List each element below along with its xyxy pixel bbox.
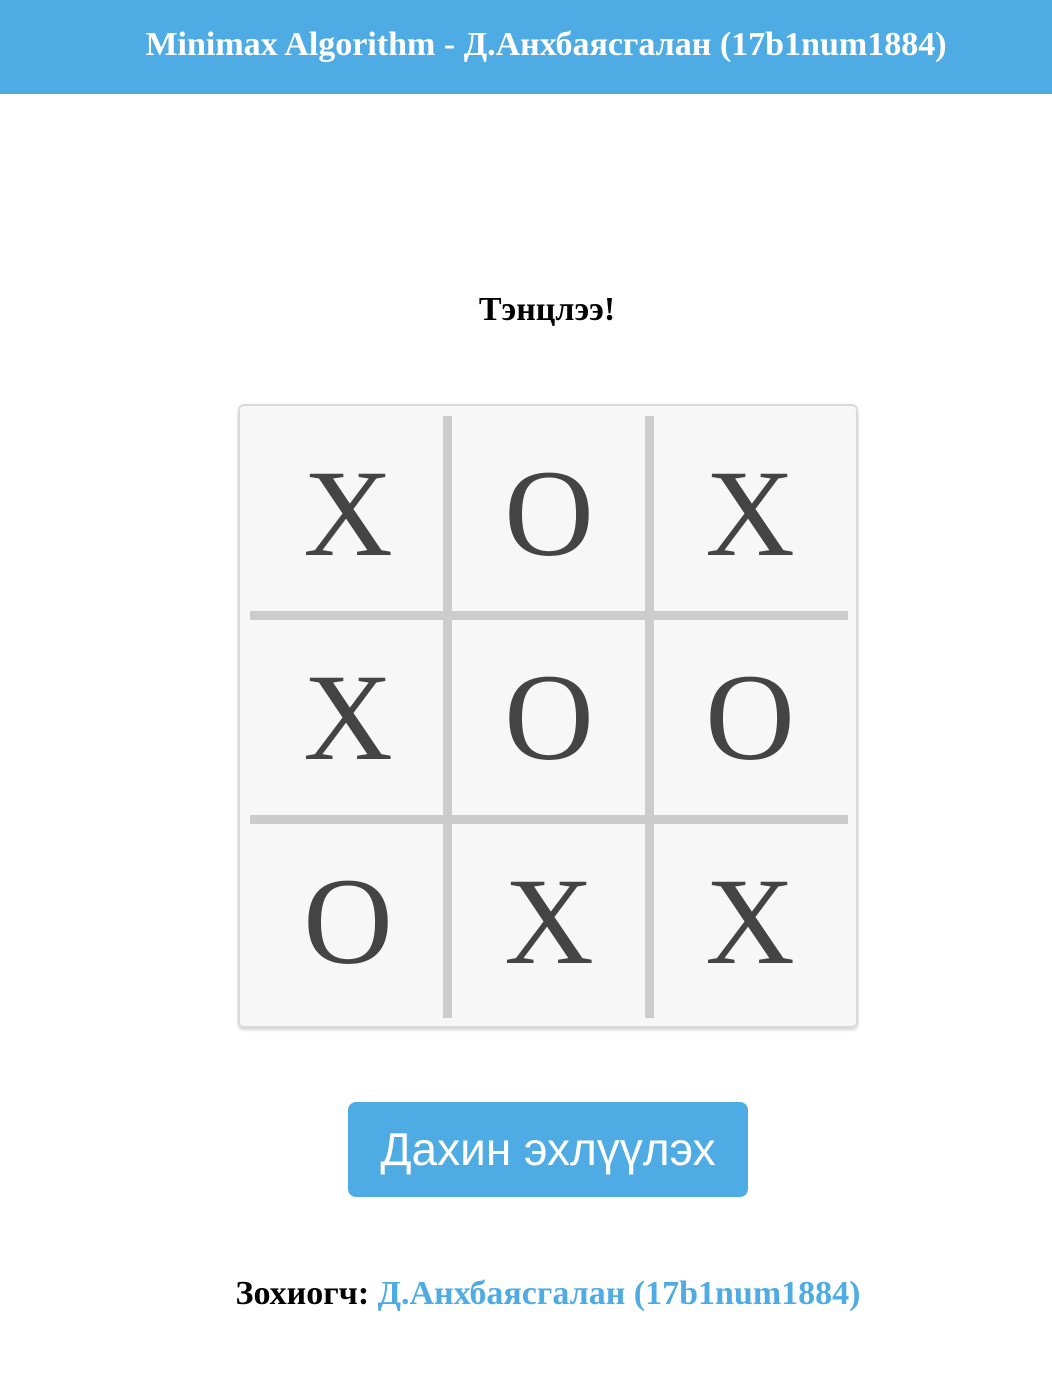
grid-line-horizontal — [250, 815, 848, 824]
board-cell-5[interactable]: O — [451, 620, 647, 816]
author-label: Зохиогч: — [235, 1275, 370, 1312]
board-cell-6[interactable]: O — [652, 620, 848, 816]
board-cell-9[interactable]: X — [652, 824, 848, 1020]
page-title: Minimax Algorithm - Д.Анхбаясгалан (17b1… — [145, 26, 947, 63]
board-cell-7[interactable]: O — [250, 824, 446, 1020]
board-cell-2[interactable]: O — [451, 416, 647, 612]
game-status: Тэнцлээ! — [478, 291, 616, 328]
footer-credit: Зохиогч: Д.Анхбаясгалан (17b1num1884) — [0, 1270, 1052, 1318]
board-cell-4[interactable]: X — [250, 620, 446, 816]
board-cell-3[interactable]: X — [652, 416, 848, 612]
grid-line-horizontal — [250, 611, 848, 620]
game-board: X O X X O O O X X — [238, 404, 858, 1028]
board-cell-1[interactable]: X — [250, 416, 446, 612]
board-cell-8[interactable]: X — [451, 824, 647, 1020]
author-link[interactable]: Д.Анхбаясгалан (17b1num1884) — [378, 1275, 861, 1312]
restart-button[interactable]: Дахин эхлүүлэх — [348, 1102, 748, 1197]
header-bar: Minimax Algorithm - Д.Анхбаясгалан (17b1… — [0, 0, 1052, 94]
